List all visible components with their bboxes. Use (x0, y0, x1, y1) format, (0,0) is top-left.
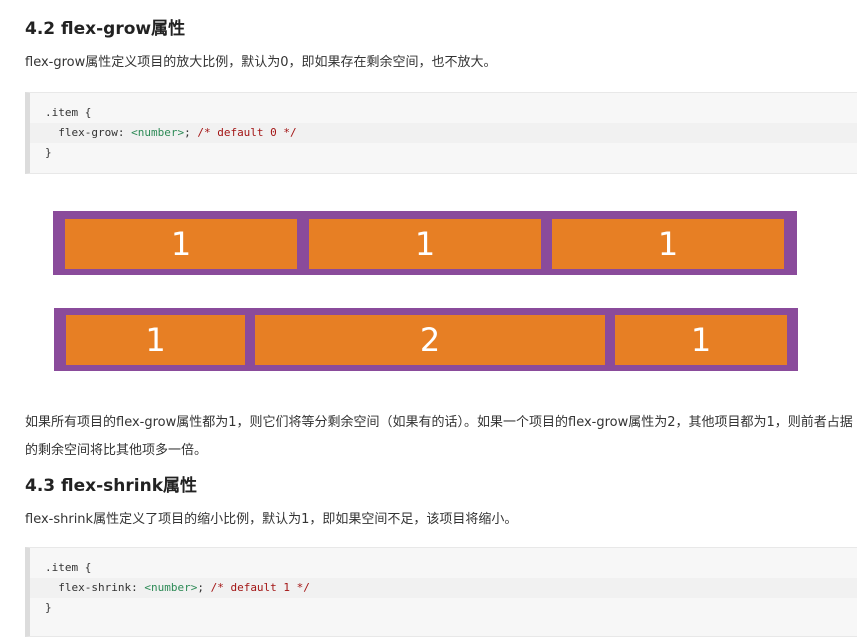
code-property: flex-grow: (45, 126, 132, 139)
flex-grow-explanation: 如果所有项目的flex-grow属性都为1，则它们将等分剩余空间（如果有的话）。… (25, 415, 853, 458)
section-heading-flex-grow: 4.2 flex-grow属性 (25, 19, 186, 39)
code-comment: /* default 0 */ (197, 126, 297, 139)
flex-shrink-description: flex-shrink属性定义了项目的缩小比例，默认为1，即如果空间不足，该项目… (25, 512, 518, 527)
flex-item-1: 1 (66, 315, 245, 365)
code-line: } (30, 143, 857, 163)
flex-demo-equal-grow: 1 1 1 (53, 211, 797, 275)
code-line: flex-shrink: <number>; /* default 1 */ (30, 578, 857, 598)
code-value: <number> (131, 126, 185, 139)
code-line: .item { (30, 558, 857, 578)
flex-item-1: 1 (65, 219, 297, 269)
code-line: .item { (30, 103, 857, 123)
code-value: <number> (144, 581, 198, 594)
flex-grow-description: flex-grow属性定义项目的放大比例，默认为0，即如果存在剩余空间，也不放大… (25, 55, 497, 70)
flex-demo-double-grow: 1 2 1 (54, 308, 798, 371)
section-heading-flex-shrink: 4.3 flex-shrink属性 (25, 476, 198, 496)
code-comment: /* default 1 */ (210, 581, 310, 594)
code-semicolon: ; (197, 581, 211, 594)
code-property: flex-shrink: (45, 581, 145, 594)
flex-item-2: 1 (309, 219, 541, 269)
code-block-flex-shrink: .item { flex-shrink: <number>; /* defaul… (25, 547, 857, 637)
code-selector: .item { (45, 561, 92, 574)
flex-item-3: 1 (552, 219, 784, 269)
code-close-brace: } (45, 601, 52, 614)
code-selector: .item { (45, 106, 92, 119)
flex-item-2: 2 (255, 315, 605, 365)
code-line: } (30, 598, 857, 618)
code-semicolon: ; (184, 126, 198, 139)
code-line: flex-grow: <number>; /* default 0 */ (30, 123, 857, 143)
code-block-flex-grow: .item { flex-grow: <number>; /* default … (25, 92, 857, 174)
flex-item-3: 1 (615, 315, 787, 365)
code-close-brace: } (45, 146, 52, 159)
